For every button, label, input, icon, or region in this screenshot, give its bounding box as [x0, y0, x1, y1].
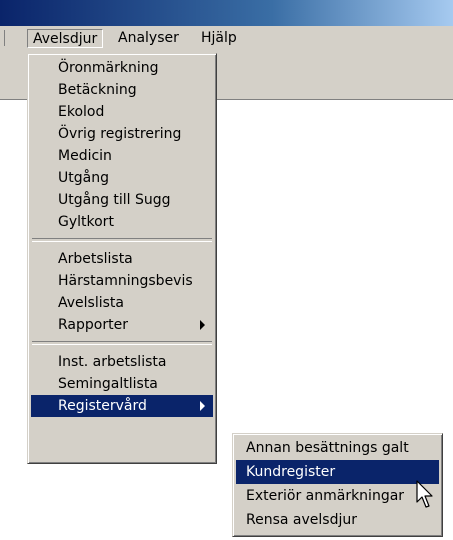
- menu-item-rapporter-label: Rapporter: [58, 317, 128, 333]
- submenu-item-rensa-avelsdjur[interactable]: Rensa avelsdjur: [236, 508, 439, 532]
- menu-item-inst-arbetslista[interactable]: Inst. arbetslista: [31, 351, 213, 373]
- menu-item-utgang[interactable]: Utgång: [31, 167, 213, 189]
- submenu-item-exterior-anmarkningar[interactable]: Exteriör anmärkningar: [236, 484, 439, 508]
- menu-analyser[interactable]: Analyser: [118, 29, 179, 48]
- submenu-arrow-icon: [200, 401, 205, 411]
- menu-item-utgang-till-sugg[interactable]: Utgång till Sugg: [31, 189, 213, 211]
- menu-item-gyltkort[interactable]: Gyltkort: [31, 211, 213, 233]
- menu-item-betackning[interactable]: Betäckning: [31, 79, 213, 101]
- menu-item-oronmarkning[interactable]: Öronmärkning: [31, 57, 213, 79]
- menu-item-avelslista[interactable]: Avelslista: [31, 292, 213, 314]
- submenu-item-annan-besattnings-galt[interactable]: Annan besättnings galt: [236, 436, 439, 460]
- menu-item-arbetslista[interactable]: Arbetslista: [31, 248, 213, 270]
- menu-item-rapporter[interactable]: Rapporter: [31, 314, 213, 336]
- menu-avelsdjur[interactable]: Avelsdjur: [27, 29, 104, 48]
- registervard-submenu: Annan besättnings galt Kundregister Exte…: [232, 433, 443, 537]
- menu-hjalp[interactable]: Hjälp: [201, 29, 237, 48]
- menu-bar: Avelsdjur Analyser Hjälp: [0, 26, 453, 50]
- menubar-divider: [4, 30, 5, 46]
- submenu-item-kundregister[interactable]: Kundregister: [236, 460, 439, 484]
- menu-item-harstamningsbevis[interactable]: Härstamningsbevis: [31, 270, 213, 292]
- submenu-arrow-icon: [200, 320, 205, 330]
- menu-separator: [32, 238, 212, 242]
- menu-item-ekolod[interactable]: Ekolod: [31, 101, 213, 123]
- menu-item-semingaltlista[interactable]: Semingaltlista: [31, 373, 213, 395]
- menu-item-registervard[interactable]: Registervård: [31, 395, 213, 417]
- title-bar: [0, 0, 453, 26]
- mouse-cursor-icon: [416, 480, 433, 508]
- avelsdjur-dropdown-menu: Öronmärkning Betäckning Ekolod Övrig reg…: [27, 53, 217, 464]
- menu-item-medicin[interactable]: Medicin: [31, 145, 213, 167]
- menu-item-ovrig-registrering[interactable]: Övrig registrering: [31, 123, 213, 145]
- menu-item-registervard-label: Registervård: [58, 398, 147, 414]
- menu-separator: [32, 341, 212, 345]
